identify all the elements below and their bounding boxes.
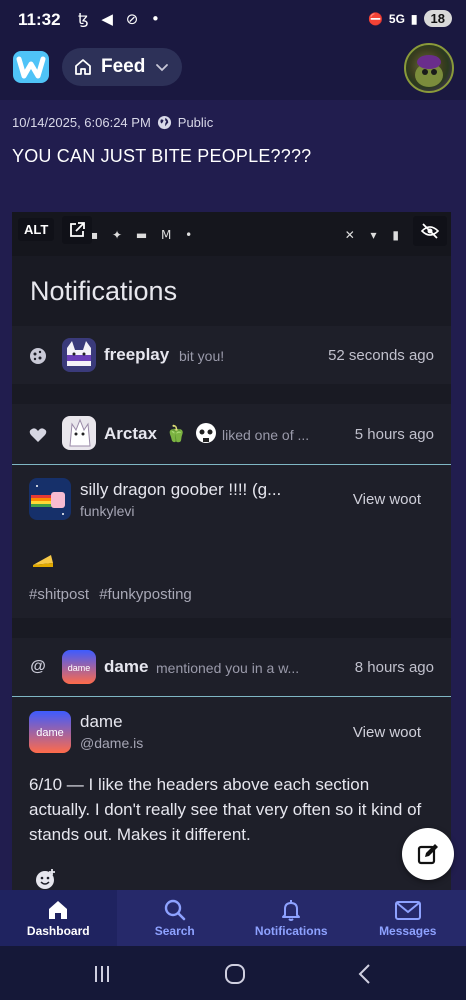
post-text: YOU CAN JUST BITE PEOPLE????: [12, 146, 312, 166]
post-image[interactable]: ▪ ✦ ▬ Ⅿ • ✕ ▾ ▮ ALT Notifications freepl…: [12, 212, 451, 890]
status-time: 11:32: [18, 10, 61, 29]
notification-user[interactable]: Arctax: [104, 424, 157, 444]
notification-user[interactable]: freeplay: [104, 345, 169, 365]
recent-apps-icon[interactable]: [92, 964, 112, 984]
cheese-emoji-icon: [33, 555, 53, 567]
notifications-title: Notifications: [30, 276, 178, 306]
notification-action: liked one of ...: [222, 427, 310, 443]
divider: [12, 464, 451, 465]
image-status-right: ✕ ▾ ▮: [344, 228, 405, 242]
woot-handle[interactable]: @dame.is: [80, 735, 143, 751]
globe-icon: [157, 115, 171, 130]
app-header: Feed: [0, 40, 466, 100]
avatar-illustration: [415, 55, 443, 87]
home-icon: [49, 901, 68, 919]
nav-label: Notifications: [254, 924, 328, 938]
woot-title[interactable]: silly dragon goober !!!! (g...: [80, 480, 281, 500]
network-label: 5G: [388, 11, 405, 26]
external-link-icon: [70, 222, 85, 237]
nav-label: Search: [154, 924, 195, 938]
woot-title[interactable]: dame: [80, 712, 123, 732]
reaction-icon[interactable]: [35, 868, 57, 890]
notification-time: 8 hours ago: [354, 659, 434, 676]
nav-dashboard[interactable]: Dashboard: [0, 890, 117, 946]
notification-row[interactable]: @ dame dame mentioned you in a w... 8 ho…: [12, 638, 451, 890]
view-woot-button[interactable]: View woot: [353, 491, 421, 508]
battery-indicator: 18: [423, 10, 452, 27]
nav-notifications[interactable]: Notifications: [233, 890, 350, 946]
home-button-icon[interactable]: [224, 963, 246, 985]
woot-body: 6/10 — I like the headers above each sec…: [29, 775, 422, 844]
nav-label: Messages: [379, 924, 437, 938]
hide-image-button[interactable]: [413, 216, 447, 246]
eye-off-icon: [420, 223, 440, 239]
dame-woot-avatar[interactable]: dame: [29, 711, 71, 753]
post-timestamp: 10/14/2025, 6:06:24 PM: [12, 115, 151, 130]
chevron-down-icon: [156, 64, 169, 72]
nav-search[interactable]: Search: [117, 890, 234, 946]
woot-handle[interactable]: funkylevi: [80, 503, 134, 519]
open-external-button[interactable]: [62, 216, 92, 244]
notification-time: 5 hours ago: [354, 426, 434, 443]
at-icon: @: [30, 658, 46, 675]
view-woot-button[interactable]: View woot: [353, 724, 421, 741]
woot-tags[interactable]: #shitpost #funkyposting: [29, 586, 192, 603]
mail-icon: [394, 901, 421, 920]
image-status-icons: ▪ ✦ ▬ Ⅿ •: [90, 228, 198, 242]
back-icon[interactable]: [356, 963, 374, 985]
status-right-group: ⛔ 5G ▮ 18: [368, 10, 452, 27]
feed-label: Feed: [101, 56, 146, 77]
svg-text:dame: dame: [36, 727, 64, 739]
heart-icon: [28, 425, 48, 445]
notification-action: bit you!: [179, 348, 225, 364]
notification-user[interactable]: dame: [104, 657, 148, 677]
signal-icon: ▮: [410, 11, 418, 26]
dnd-icon: ⛔: [367, 11, 383, 26]
feed-selector[interactable]: Feed: [62, 48, 182, 86]
compose-icon: [417, 844, 438, 865]
svg-text:dame: dame: [68, 663, 91, 673]
notification-row[interactable]: freeplay bit you! 52 seconds ago: [12, 326, 451, 384]
bottom-nav: Dashboard Search Notifications Messages: [0, 890, 466, 946]
compose-button[interactable]: [402, 828, 454, 880]
user-avatar[interactable]: [404, 43, 454, 93]
post-meta: 10/14/2025, 6:06:24 PM Public: [12, 115, 213, 130]
woot-logo[interactable]: [12, 50, 50, 84]
arctax-avatar[interactable]: [62, 416, 96, 450]
notification-time: 52 seconds ago: [328, 347, 434, 364]
search-icon: [164, 899, 186, 921]
notification-action: mentioned you in a w...: [156, 660, 300, 676]
freeplay-avatar[interactable]: [62, 338, 96, 372]
nav-label: Dashboard: [26, 924, 90, 938]
alt-button[interactable]: ALT: [18, 218, 55, 241]
home-icon: [75, 59, 91, 75]
nav-messages[interactable]: Messages: [350, 890, 466, 946]
funkylevi-avatar[interactable]: [29, 478, 71, 520]
status-bar: 11:32 ꜩ ◀ ⊘ • ⛔ 5G ▮ 18: [0, 0, 466, 40]
notification-row[interactable]: Arctax 🫑 liked one of ... 5 hours ago si…: [12, 404, 451, 618]
skull-emoji-icon: [196, 423, 216, 443]
bell-icon: [282, 900, 301, 921]
status-notification-icons: ꜩ ◀ ⊘ •: [78, 10, 164, 28]
divider: [12, 696, 451, 697]
post-visibility: Public: [177, 115, 214, 130]
pepper-emoji-icon: 🫑: [166, 424, 186, 443]
dame-avatar[interactable]: dame: [62, 650, 96, 684]
cookie-icon: [28, 346, 48, 366]
system-nav-bar: [0, 946, 466, 1000]
